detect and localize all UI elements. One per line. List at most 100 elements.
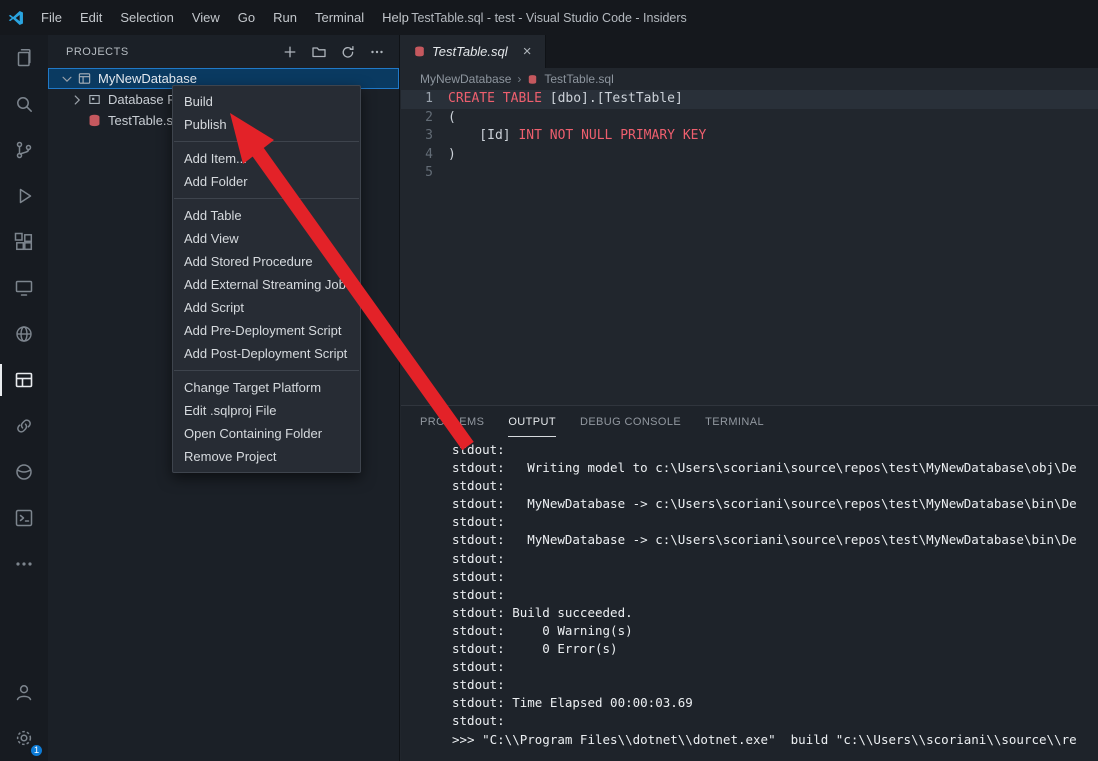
- code-text: CREATE TABLE [dbo].[TestTable]: [448, 90, 683, 109]
- panel-tab-problems[interactable]: PROBLEMS: [420, 408, 484, 437]
- extensions-icon[interactable]: [0, 219, 48, 265]
- output-line: stdout:: [452, 441, 1098, 459]
- database-references-icon: [85, 92, 103, 107]
- settings-gear-icon[interactable]: 1: [0, 715, 48, 761]
- connections-icon[interactable]: [0, 403, 48, 449]
- menu-file[interactable]: File: [32, 0, 71, 35]
- code-text: (: [448, 109, 456, 128]
- code-token: INT NOT NULL PRIMARY KEY: [518, 128, 706, 143]
- context-menu-item-add-item[interactable]: Add Item...: [173, 147, 360, 170]
- code-line[interactable]: 1CREATE TABLE [dbo].[TestTable]: [401, 90, 1098, 109]
- twisty-spacer: [68, 112, 85, 129]
- refresh-icon[interactable]: [337, 41, 358, 62]
- chevron-right-icon[interactable]: [68, 91, 85, 108]
- sidebar-actions: [279, 41, 387, 62]
- sql-file-icon: [527, 74, 538, 85]
- panel-tab-terminal[interactable]: TERMINAL: [705, 408, 764, 437]
- menu-separator: [174, 141, 359, 142]
- database-projects-icon[interactable]: [0, 357, 48, 403]
- menu-edit[interactable]: Edit: [71, 0, 111, 35]
- context-menu-item-remove-project[interactable]: Remove Project: [173, 445, 360, 468]
- run-and-debug-icon[interactable]: [0, 173, 48, 219]
- code-line[interactable]: 3 [Id] INT NOT NULL PRIMARY KEY: [401, 127, 1098, 146]
- sql-file-icon: [85, 113, 103, 128]
- output-line: stdout:: [452, 658, 1098, 676]
- context-menu-item-add-view[interactable]: Add View: [173, 227, 360, 250]
- context-menu-item-add-table[interactable]: Add Table: [173, 204, 360, 227]
- vscode-insiders-logo: [0, 9, 32, 27]
- output-line: stdout: Build succeeded.: [452, 604, 1098, 622]
- context-menu-item-add-post-deployment-script[interactable]: Add Post-Deployment Script: [173, 342, 360, 365]
- account-icon[interactable]: [0, 669, 48, 715]
- breadcrumb: MyNewDatabase › TestTable.sql: [401, 68, 1098, 90]
- context-menu-item-add-script[interactable]: Add Script: [173, 296, 360, 319]
- editor-region: TestTable.sql × MyNewDatabase › TestTabl…: [401, 35, 1098, 761]
- editor-tabbar: TestTable.sql ×: [401, 35, 1098, 68]
- context-menu-item-add-pre-deployment-script[interactable]: Add Pre-Deployment Script: [173, 319, 360, 342]
- code-editor[interactable]: 1CREATE TABLE [dbo].[TestTable]2(3 [Id] …: [401, 90, 1098, 405]
- vscode-window: TestTable.sql - test - Visual Studio Cod…: [0, 0, 1098, 761]
- line-number: 5: [401, 164, 448, 183]
- output-line: stdout: Time Elapsed 00:00:03.69: [452, 694, 1098, 712]
- menu-selection[interactable]: Selection: [111, 0, 182, 35]
- context-menu-item-publish[interactable]: Publish: [173, 113, 360, 136]
- remote-explorer-icon[interactable]: [0, 265, 48, 311]
- output-line: stdout: MyNewDatabase -> c:\Users\scoria…: [452, 531, 1098, 549]
- more-views-icon[interactable]: [0, 541, 48, 587]
- open-folder-icon[interactable]: [308, 41, 329, 62]
- breadcrumb-project[interactable]: MyNewDatabase: [420, 72, 511, 86]
- menu-go[interactable]: Go: [229, 0, 264, 35]
- menu-separator: [174, 198, 359, 199]
- code-token: (: [448, 110, 456, 125]
- code-token: [Id]: [448, 128, 518, 143]
- code-token: ): [448, 147, 456, 162]
- context-menu-item-add-folder[interactable]: Add Folder: [173, 170, 360, 193]
- output-line: stdout: MyNewDatabase -> c:\Users\scoria…: [452, 495, 1098, 513]
- output-line: stdout: 0 Error(s): [452, 640, 1098, 658]
- code-line[interactable]: 4): [401, 146, 1098, 165]
- code-line[interactable]: 2(: [401, 109, 1098, 128]
- code-token: CREATE TABLE: [448, 91, 542, 106]
- context-menu-item-build[interactable]: Build: [173, 90, 360, 113]
- sql-server-icon[interactable]: [0, 449, 48, 495]
- context-menu-item-open-containing-folder[interactable]: Open Containing Folder: [173, 422, 360, 445]
- tab-testtable-sql[interactable]: TestTable.sql ×: [401, 35, 546, 68]
- menu-help[interactable]: Help: [373, 0, 418, 35]
- panel-tab-output[interactable]: OUTPUT: [508, 408, 556, 437]
- code-lines: 1CREATE TABLE [dbo].[TestTable]2(3 [Id] …: [401, 90, 1098, 183]
- menu-run[interactable]: Run: [264, 0, 306, 35]
- output-line: stdout:: [452, 676, 1098, 694]
- code-token: [dbo].[TestTable]: [542, 91, 683, 106]
- search-icon[interactable]: [0, 81, 48, 127]
- tab-label: TestTable.sql: [432, 44, 508, 59]
- menu-terminal[interactable]: Terminal: [306, 0, 373, 35]
- source-control-icon[interactable]: [0, 127, 48, 173]
- globe-icon[interactable]: [0, 311, 48, 357]
- more-actions-icon[interactable]: [366, 41, 387, 62]
- context-menu-item-change-target-platform[interactable]: Change Target Platform: [173, 376, 360, 399]
- context-menu-item-edit-sqlproj-file[interactable]: Edit .sqlproj File: [173, 399, 360, 422]
- close-tab-icon[interactable]: ×: [518, 42, 537, 61]
- panel-tab-debug-console[interactable]: DEBUG CONSOLE: [580, 408, 681, 437]
- context-menu-item-add-external-streaming-job[interactable]: Add External Streaming Job: [173, 273, 360, 296]
- explorer-icon[interactable]: [0, 35, 48, 81]
- database-project-icon: [75, 71, 93, 86]
- sidebar-header: PROJECTS: [48, 35, 399, 68]
- output-console[interactable]: stdout:stdout: Writing model to c:\Users…: [401, 438, 1098, 761]
- code-text: ): [448, 146, 456, 165]
- menu-view[interactable]: View: [183, 0, 229, 35]
- new-project-icon[interactable]: [279, 41, 300, 62]
- code-line[interactable]: 5: [401, 164, 1098, 183]
- menubar: FileEditSelectionViewGoRunTerminalHelp: [32, 0, 418, 35]
- output-line: stdout:: [452, 712, 1098, 730]
- menu-separator: [174, 370, 359, 371]
- tree-item-label: MyNewDatabase: [98, 71, 197, 86]
- project-context-menu: BuildPublish Add Item...Add Folder Add Tab…: [172, 85, 361, 473]
- output-line: stdout:: [452, 586, 1098, 604]
- context-menu-item-add-stored-procedure[interactable]: Add Stored Procedure: [173, 250, 360, 273]
- notebooks-icon[interactable]: [0, 495, 48, 541]
- breadcrumb-separator-icon: ›: [517, 72, 521, 86]
- breadcrumb-file[interactable]: TestTable.sql: [544, 72, 613, 86]
- chevron-down-icon[interactable]: [58, 70, 75, 87]
- output-line: stdout:: [452, 477, 1098, 495]
